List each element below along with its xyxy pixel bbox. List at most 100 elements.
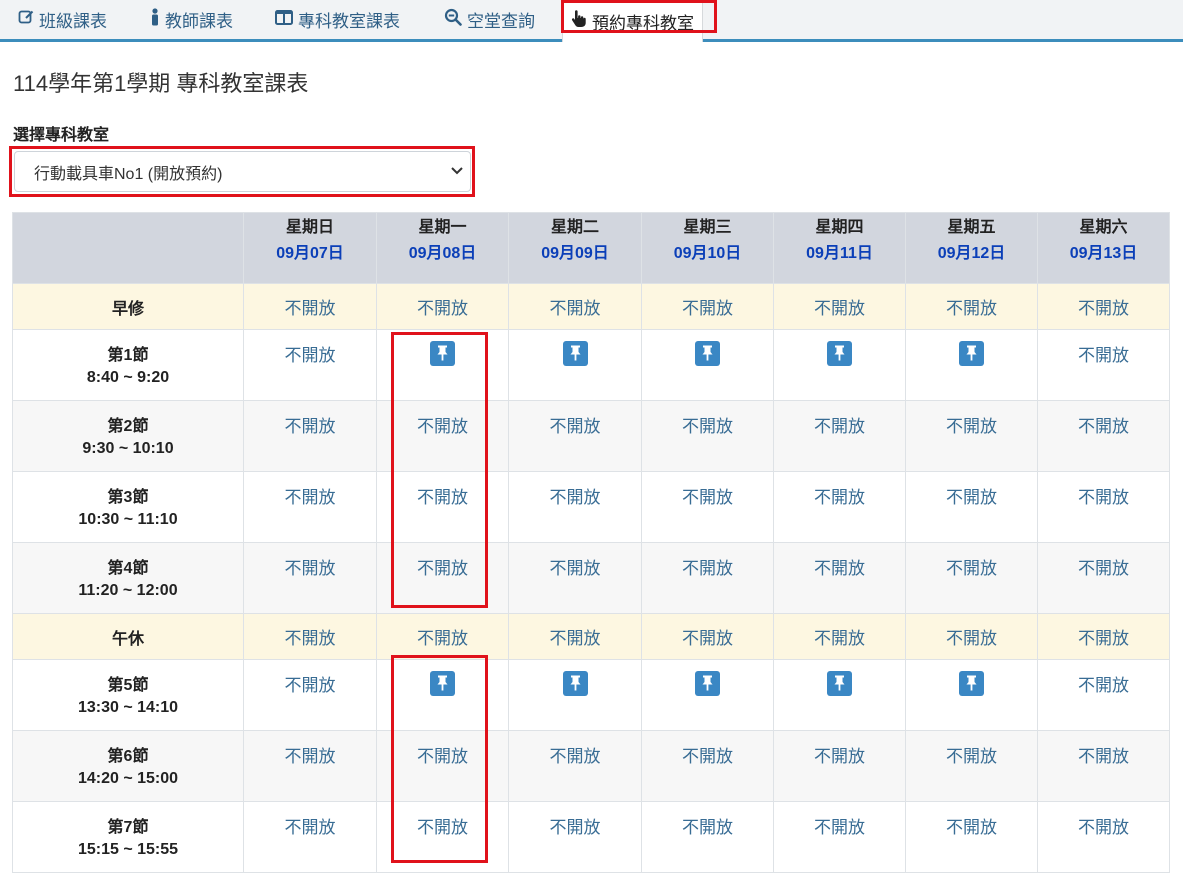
closed-label: 不開放: [284, 299, 336, 318]
period-name: 第6節: [107, 748, 149, 765]
closed-label: 不開放: [549, 629, 601, 648]
day-header: 星期二 09月09日: [508, 212, 642, 284]
closed-label: 不開放: [946, 299, 997, 318]
schedule-cell: 不開放: [1037, 801, 1170, 873]
day-date: 09月09日: [541, 245, 609, 262]
book-slot-button[interactable]: [430, 341, 455, 366]
schedule-cell[interactable]: [641, 329, 774, 401]
schedule-cell[interactable]: [508, 659, 642, 731]
tab-teacher-schedule[interactable]: 教師課表: [150, 0, 233, 39]
schedule-cell: 不開放: [641, 801, 774, 873]
day-header: 星期三 09月10日: [641, 212, 774, 284]
period-header: 第5節 13:30 ~ 14:10: [12, 659, 244, 731]
day-name: 星期五: [947, 219, 996, 236]
closed-label: 不開放: [284, 559, 336, 578]
book-slot-button[interactable]: [695, 341, 720, 366]
schedule-cell[interactable]: [376, 659, 509, 731]
book-slot-button[interactable]: [827, 671, 852, 696]
book-slot-button[interactable]: [959, 671, 984, 696]
period-header: 早修: [12, 283, 244, 330]
book-slot-button[interactable]: [562, 671, 588, 696]
closed-label: 不開放: [1078, 676, 1129, 695]
table-row: 第3節 10:30 ~ 11:10 不開放 不開放 不開放 不開放 不開放 不開放 不開放: [12, 471, 1170, 543]
tab-label: 空堂查詢: [467, 12, 535, 31]
closed-label: 不開放: [417, 818, 468, 837]
schedule-cell: 不開放: [905, 400, 1038, 472]
schedule-cell: 不開放: [1037, 471, 1170, 543]
schedule-cell: 不開放: [641, 613, 774, 660]
period-time: 10:30 ~ 11:10: [78, 511, 178, 528]
schedule-cell: 不開放: [1037, 283, 1170, 330]
edit-square-icon: [18, 9, 34, 30]
period-header: 第7節 15:15 ~ 15:55: [12, 801, 244, 873]
columns-icon: [275, 9, 293, 30]
closed-label: 不開放: [946, 818, 997, 837]
schedule-cell: 不開放: [243, 283, 377, 330]
schedule-cell: 不開放: [243, 542, 377, 614]
book-slot-button[interactable]: [562, 341, 588, 366]
schedule-cell: 不開放: [905, 542, 1038, 614]
schedule-cell: 不開放: [243, 801, 377, 873]
schedule-cell: 不開放: [376, 801, 509, 873]
tab-label: 專科教室課表: [298, 12, 400, 31]
period-name: 早修: [111, 300, 144, 318]
closed-label: 不開放: [284, 676, 336, 695]
schedule-cell: 不開放: [641, 283, 774, 330]
period-time: 11:20 ~ 12:00: [78, 582, 178, 599]
pushpin-icon: [966, 675, 977, 691]
schedule-cell: 不開放: [905, 283, 1038, 330]
tab-class-schedule[interactable]: 班級課表: [18, 0, 107, 39]
closed-label: 不開放: [814, 488, 865, 507]
pushpin-icon: [437, 675, 448, 691]
period-time: 15:15 ~ 15:55: [77, 841, 179, 858]
pushpin-icon: [702, 675, 713, 691]
schedule-cell: 不開放: [773, 283, 906, 330]
book-slot-button[interactable]: [827, 341, 852, 366]
period-name: 第1節: [107, 347, 149, 364]
schedule-cell[interactable]: [773, 329, 906, 401]
day-name: 星期日: [285, 219, 334, 236]
schedule-cell: 不開放: [641, 471, 774, 543]
room-select[interactable]: 行動載具車No1 (開放預約): [14, 151, 471, 192]
day-name: 星期三: [683, 219, 732, 236]
day-date: 09月08日: [408, 245, 477, 262]
schedule-cell[interactable]: [905, 329, 1038, 401]
day-header: 星期五 09月12日: [905, 212, 1038, 284]
chevron-down-icon: [451, 167, 463, 175]
schedule-cell[interactable]: [773, 659, 906, 731]
tab-free-period-search[interactable]: 空堂查詢: [444, 0, 535, 39]
zoom-out-icon: [444, 8, 462, 31]
day-date: 09月12日: [937, 245, 1006, 262]
tab-book-room[interactable]: 預約專科教室: [562, 0, 703, 42]
pushpin-icon: [570, 345, 580, 361]
schedule-cell[interactable]: [905, 659, 1038, 731]
schedule-cell[interactable]: [376, 329, 509, 401]
pushpin-icon: [834, 345, 845, 361]
book-slot-button[interactable]: [695, 671, 720, 696]
schedule-cell: 不開放: [508, 283, 642, 330]
schedule-cell: 不開放: [243, 471, 377, 543]
schedule-cell: 不開放: [1037, 329, 1170, 401]
schedule-cell[interactable]: [508, 329, 642, 401]
closed-label: 不開放: [946, 488, 997, 507]
schedule-cell: 不開放: [243, 613, 377, 660]
period-name: 午休: [111, 630, 144, 648]
closed-label: 不開放: [284, 417, 336, 436]
day-name: 星期六: [1079, 219, 1128, 236]
schedule-cell: 不開放: [243, 659, 377, 731]
closed-label: 不開放: [682, 818, 733, 837]
closed-label: 不開放: [682, 559, 733, 578]
closed-label: 不開放: [417, 488, 468, 507]
tab-room-schedule[interactable]: 專科教室課表: [275, 0, 400, 39]
day-date: 09月07日: [276, 245, 344, 262]
book-slot-button[interactable]: [959, 341, 984, 366]
closed-label: 不開放: [682, 488, 733, 507]
room-schedule-table: 星期日 09月07日 星期一 09月08日 星期二 09月09日 星期三 09月10日 星期四 0…: [12, 212, 1170, 873]
schedule-cell: 不開放: [773, 730, 906, 802]
book-slot-button[interactable]: [430, 671, 455, 696]
pushpin-icon: [570, 675, 580, 691]
table-row: 早修 不開放 不開放 不開放 不開放 不開放 不開放 不開放: [12, 283, 1170, 330]
schedule-cell[interactable]: [641, 659, 774, 731]
period-time: 13:30 ~ 14:10: [77, 699, 179, 716]
table-row: 第6節 14:20 ~ 15:00 不開放 不開放 不開放 不開放 不開放 不開放 不開放: [12, 730, 1170, 802]
